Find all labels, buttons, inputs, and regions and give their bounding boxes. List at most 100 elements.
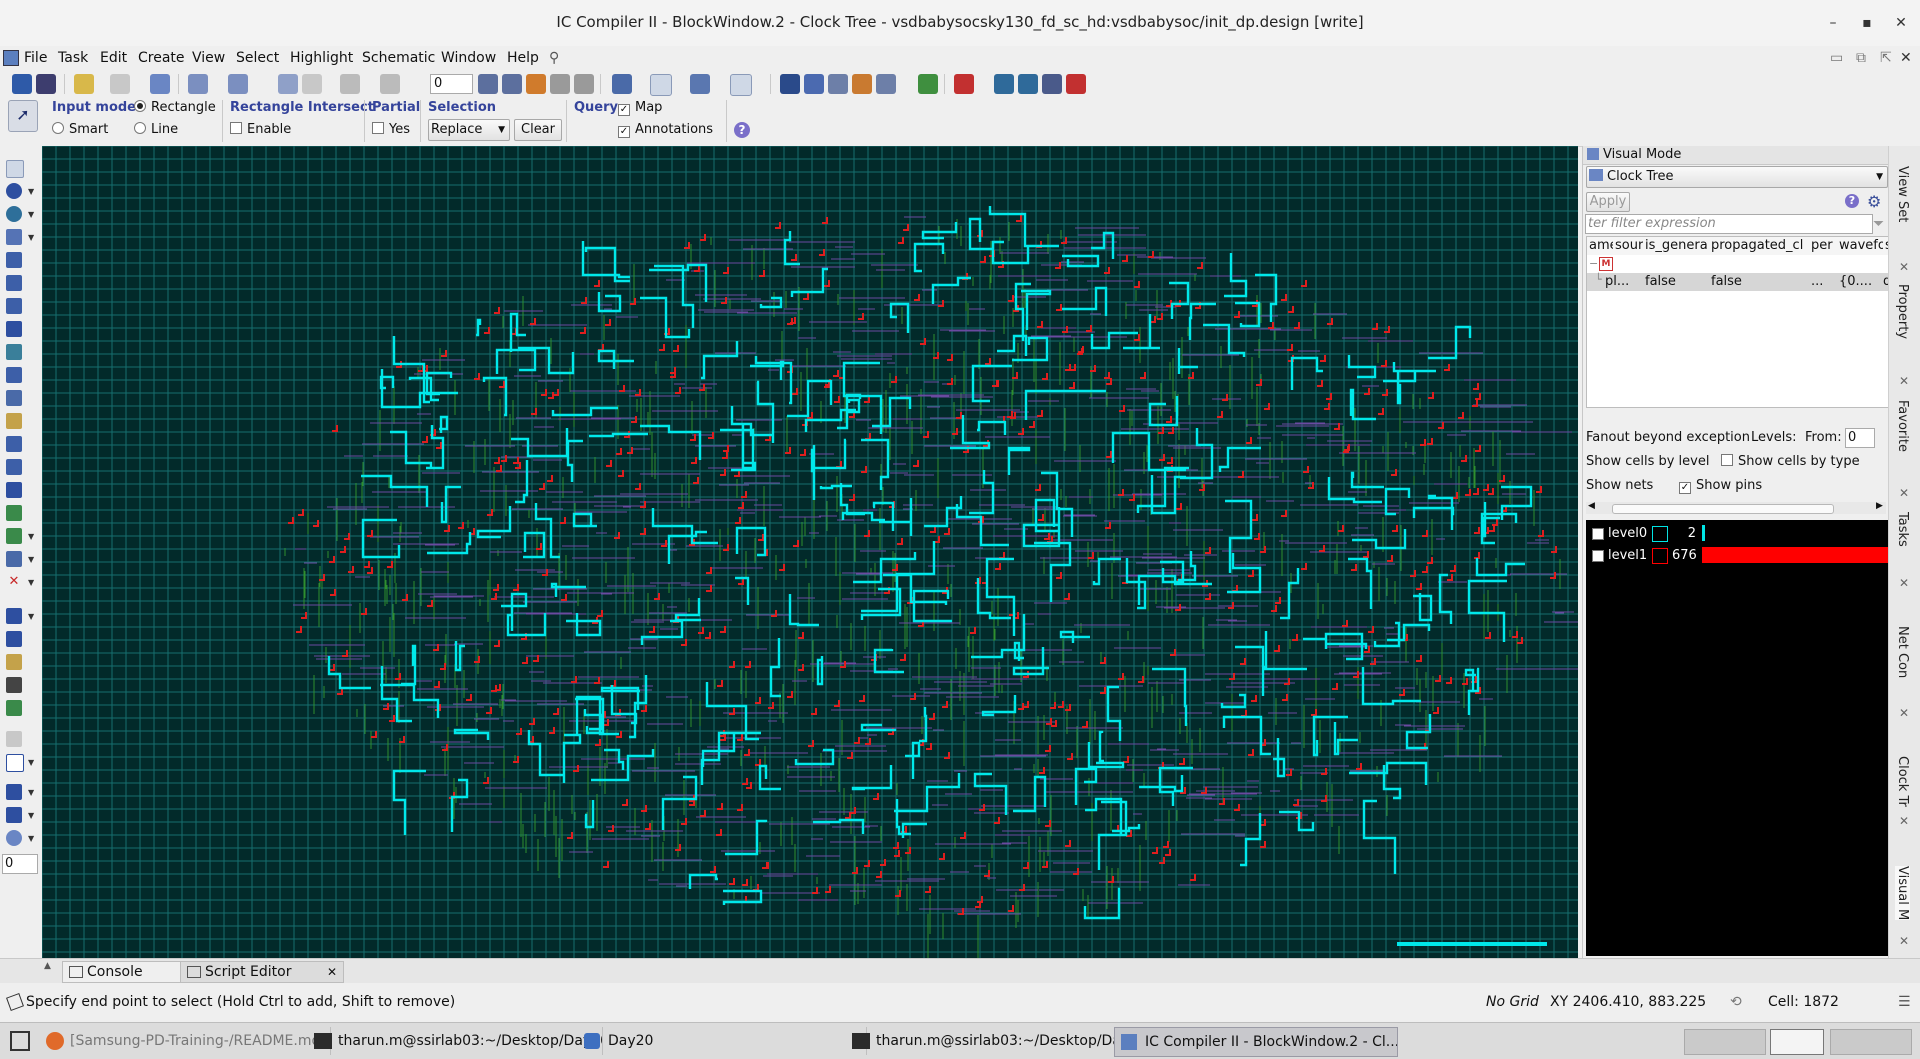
visual-mode-icon[interactable] xyxy=(730,74,752,96)
checkbox-checked-icon[interactable]: ✓ xyxy=(1592,550,1604,562)
selection-dropdown[interactable]: Replace ▼ xyxy=(428,119,510,141)
menu-highlight[interactable]: Highlight xyxy=(290,50,353,66)
show-desktop-icon[interactable] xyxy=(10,1031,30,1051)
maximize-button[interactable]: ▪ xyxy=(1856,12,1878,34)
chevron-down-icon[interactable]: ▼ xyxy=(28,210,34,219)
box-tool-icon[interactable] xyxy=(6,754,24,772)
menu-help[interactable]: Help xyxy=(507,50,539,66)
chevron-down-icon[interactable]: ▼ xyxy=(28,187,34,196)
tree-collapse-icon[interactable]: − xyxy=(1589,257,1598,270)
tab-console[interactable]: Console ✕ xyxy=(62,961,198,983)
route-icon[interactable] xyxy=(188,74,208,94)
save-icon[interactable] xyxy=(36,74,56,94)
ruler-tool-icon[interactable] xyxy=(6,390,22,406)
shape-tool-icon[interactable] xyxy=(6,551,22,567)
search-icon[interactable]: ⚲ xyxy=(549,50,559,66)
edit-tool-icon[interactable] xyxy=(6,700,22,716)
pointer-tool-icon[interactable] xyxy=(6,160,24,178)
level-color-swatch[interactable] xyxy=(1652,526,1668,542)
close-icon[interactable]: ✕ xyxy=(1899,934,1909,948)
block-icon[interactable] xyxy=(780,74,800,94)
map-checkbox[interactable]: ✓ Map xyxy=(618,100,662,116)
snap-tool-icon[interactable] xyxy=(6,830,22,846)
path-tool-icon[interactable] xyxy=(6,413,22,429)
info-icon[interactable] xyxy=(6,183,22,199)
col-propagated[interactable]: propagated_cl xyxy=(1709,237,1810,255)
delete-icon[interactable] xyxy=(110,74,130,94)
show-nets[interactable]: Show nets xyxy=(1586,478,1653,493)
tab-net-connectivity[interactable]: Net Con xyxy=(1895,626,1910,678)
scrollbar-thumb[interactable] xyxy=(1612,504,1834,514)
measure-tool-icon[interactable] xyxy=(6,784,22,800)
detach-icon[interactable]: ⇱ xyxy=(1880,50,1892,66)
rectangle-tool-icon[interactable] xyxy=(6,229,22,245)
tab-tasks[interactable]: Tasks xyxy=(1895,512,1910,547)
layout-canvas[interactable] xyxy=(42,146,1578,958)
scroll-right-icon[interactable]: ▶ xyxy=(1876,501,1883,511)
tab-script-editor[interactable]: Script Editor ✕ xyxy=(180,961,344,983)
line-radio[interactable]: Line xyxy=(134,122,178,137)
tab-clock-tree[interactable]: Clock Tr xyxy=(1895,756,1910,807)
close-button[interactable]: ✕ xyxy=(1890,12,1912,34)
layout-icon[interactable] xyxy=(876,74,896,94)
highlight-pen-icon[interactable] xyxy=(74,74,94,94)
hierarchy-icon[interactable] xyxy=(690,74,710,94)
close-icon[interactable]: ✕ xyxy=(1899,814,1909,828)
col-waveform[interactable]: wavefo xyxy=(1837,237,1884,255)
level-row[interactable]: ✓ level0 2 xyxy=(1586,522,1888,544)
taskbar-item-folder[interactable]: Day20 xyxy=(578,1027,867,1055)
apply-button[interactable]: Apply xyxy=(1586,192,1630,212)
power-icon[interactable] xyxy=(852,74,872,94)
align-tool-icon[interactable] xyxy=(6,344,22,360)
clock-tree-icon[interactable] xyxy=(650,74,672,96)
explode-icon[interactable] xyxy=(150,74,170,94)
level-color-swatch[interactable] xyxy=(1652,548,1668,564)
menu-edit[interactable]: Edit xyxy=(100,50,127,66)
close-view-icon[interactable]: ✕ xyxy=(1900,50,1912,66)
close-icon[interactable]: ✕ xyxy=(1899,576,1909,590)
workspace-2[interactable] xyxy=(1770,1029,1824,1055)
chevron-down-icon[interactable]: ▼ xyxy=(28,233,34,242)
menu-task[interactable]: Task xyxy=(58,50,88,66)
list-icon[interactable] xyxy=(1042,74,1062,94)
zoom-icon[interactable] xyxy=(6,206,22,222)
move-tool-icon[interactable] xyxy=(6,252,22,268)
pen-tool-icon[interactable] xyxy=(6,677,22,693)
move-icon[interactable] xyxy=(478,74,498,94)
show-cells-by-type-checkbox[interactable]: Show cells by type xyxy=(1721,454,1860,469)
chevron-down-icon[interactable]: ▼ xyxy=(28,758,34,767)
collapse-up-icon[interactable]: ▲ xyxy=(44,961,51,971)
tab-property[interactable]: Property xyxy=(1895,284,1910,339)
unlink-icon[interactable] xyxy=(302,74,322,94)
scroll-left-icon[interactable]: ◀ xyxy=(1588,501,1595,511)
chart-tool-icon[interactable] xyxy=(6,528,22,544)
close-icon[interactable]: ✕ xyxy=(1899,486,1909,500)
select-arrow-icon[interactable]: ➚ xyxy=(8,100,38,132)
help-icon[interactable]: ? xyxy=(1845,194,1859,208)
rotate-tool-icon[interactable] xyxy=(6,321,22,337)
taskbar-item-icc2[interactable]: IC Compiler II - BlockWindow.2 - Cl... xyxy=(1114,1027,1398,1057)
enable-checkbox[interactable]: Enable xyxy=(230,122,291,137)
workspace-1[interactable] xyxy=(1684,1029,1766,1055)
lock-icon[interactable] xyxy=(6,608,22,624)
from-spinbox[interactable]: 0 xyxy=(1845,428,1875,448)
redo-icon[interactable] xyxy=(380,74,400,94)
open-icon[interactable] xyxy=(12,74,32,94)
col-source[interactable]: sour xyxy=(1613,237,1644,255)
filter-icon[interactable]: ⏷ xyxy=(1873,216,1884,232)
taskbar-item-firefox[interactable]: [Samsung-PD-Training-/README.md... xyxy=(40,1027,331,1055)
close-icon[interactable]: ✕ xyxy=(327,962,337,982)
menu-view[interactable]: View xyxy=(192,50,225,66)
image-tool-icon[interactable] xyxy=(6,654,22,670)
clear-button[interactable]: Clear xyxy=(514,119,562,141)
compare-icon[interactable] xyxy=(918,74,938,94)
close-icon[interactable]: ✕ xyxy=(1899,706,1909,720)
annotations-checkbox[interactable]: ✓ Annotations xyxy=(618,122,713,138)
drc-icon[interactable] xyxy=(954,74,974,94)
timing-icon[interactable] xyxy=(828,74,848,94)
chevron-down-icon[interactable]: ▼ xyxy=(28,555,34,564)
label-tool-icon[interactable] xyxy=(6,807,22,823)
split-tool-icon[interactable] xyxy=(6,367,22,383)
col-name[interactable]: ame xyxy=(1587,237,1614,255)
col-period[interactable]: per xyxy=(1809,237,1838,255)
